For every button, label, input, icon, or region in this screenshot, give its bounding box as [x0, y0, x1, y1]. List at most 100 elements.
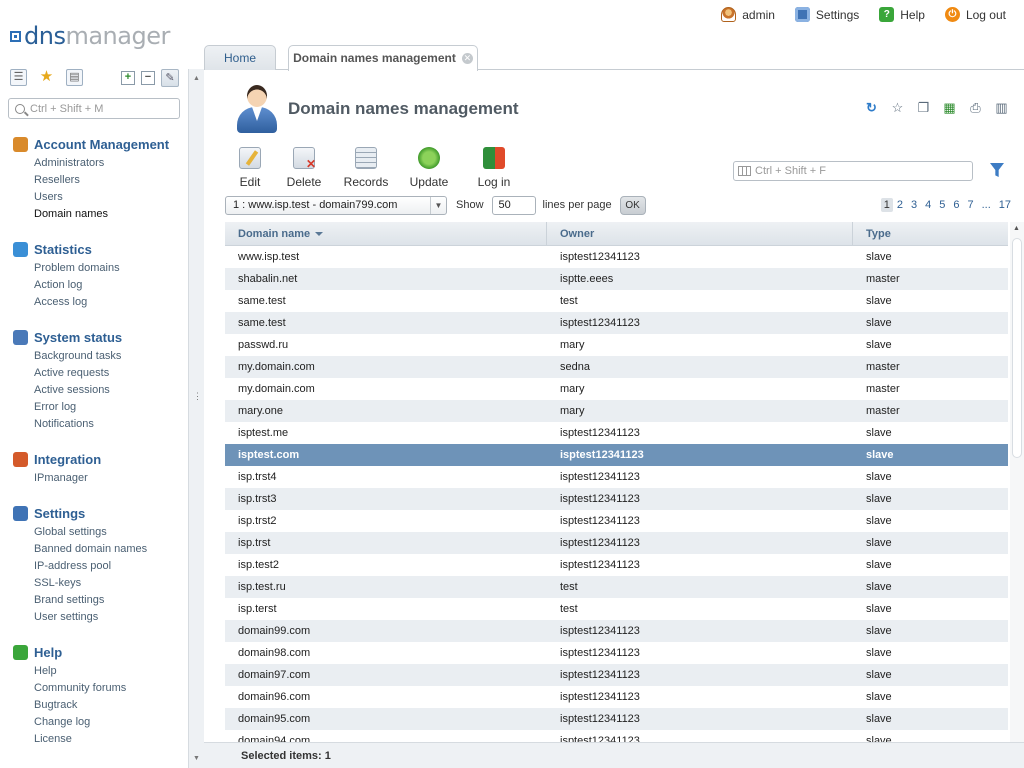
table-row[interactable]: passwd.ru mary slave — [225, 334, 1008, 356]
table-row[interactable]: domain98.com isptest12341123 slave — [225, 642, 1008, 664]
clipboard-icon[interactable]: ▤ — [66, 69, 83, 86]
delete-button[interactable]: Delete — [284, 147, 324, 189]
sidebar-item[interactable]: Problem domains — [34, 260, 188, 277]
lines-per-page-input[interactable]: 50 — [491, 195, 536, 215]
table-row[interactable]: isptest.com isptest12341123 slave — [225, 444, 1008, 466]
table-row[interactable]: domain94.com isptest12341123 slave — [225, 730, 1008, 742]
scrollbar-thumb[interactable] — [1012, 238, 1022, 458]
sidebar-item[interactable]: Action log — [34, 277, 188, 294]
menu-group-header[interactable]: Integration — [0, 448, 188, 470]
table-row[interactable]: domain96.com isptest12341123 slave — [225, 686, 1008, 708]
sidebar-item[interactable]: Community forums — [34, 680, 188, 697]
table-row[interactable]: isp.trst3 isptest12341123 slave — [225, 488, 1008, 510]
sidebar-item[interactable]: Change log — [34, 714, 188, 731]
table-row[interactable]: isp.trst2 isptest12341123 slave — [225, 510, 1008, 532]
sidebar-item[interactable]: Active sessions — [34, 382, 188, 399]
expand-all-icon[interactable]: + — [121, 71, 135, 85]
tab-domain-names[interactable]: Domain names management ✕ — [288, 45, 478, 71]
filter-search-input[interactable]: Ctrl + Shift + F — [733, 161, 973, 181]
column-domain-name[interactable]: Domain name — [225, 222, 547, 245]
page-link[interactable]: 2 — [893, 199, 907, 211]
menu-group-header[interactable]: Statistics — [0, 238, 188, 260]
splitter-grip-icon[interactable]: ⋮ — [193, 391, 202, 402]
table-row[interactable]: isp.terst test slave — [225, 598, 1008, 620]
page-link[interactable]: 7 — [963, 199, 977, 211]
table-row[interactable]: isp.trst isptest12341123 slave — [225, 532, 1008, 554]
column-type[interactable]: Type — [853, 222, 1008, 245]
table-row[interactable]: domain95.com isptest12341123 slave — [225, 708, 1008, 730]
table-row[interactable]: isptest.me isptest12341123 slave — [225, 422, 1008, 444]
menu-group-header[interactable]: System status — [0, 326, 188, 348]
menu-group-header[interactable]: Settings — [0, 502, 188, 524]
sidebar-item[interactable]: Global settings — [34, 524, 188, 541]
logout-link[interactable]: ⏻ Log out — [944, 7, 1006, 22]
page-link[interactable]: 1 — [880, 198, 893, 212]
sidebar-item[interactable]: Active requests — [34, 365, 188, 382]
favorite-star-icon[interactable]: ☆ — [889, 99, 906, 116]
table-row[interactable]: isp.test.ru test slave — [225, 576, 1008, 598]
scroll-up-icon[interactable]: ▲ — [1013, 225, 1020, 232]
sidebar-item[interactable]: Bugtrack — [34, 697, 188, 714]
table-settings-icon[interactable]: ▥ — [993, 99, 1010, 116]
page-link[interactable]: 3 — [907, 199, 921, 211]
sidebar-item[interactable]: Background tasks — [34, 348, 188, 365]
menu-group-header[interactable]: Help — [0, 641, 188, 663]
help-link[interactable]: ? Help — [879, 7, 925, 22]
table-row[interactable]: domain99.com isptest12341123 slave — [225, 620, 1008, 642]
range-select[interactable]: 1 : www.isp.test - domain799.com ▼ — [225, 195, 447, 215]
table-row[interactable]: domain97.com isptest12341123 slave — [225, 664, 1008, 686]
page-link[interactable]: 4 — [921, 199, 935, 211]
update-button[interactable]: Update — [408, 147, 450, 189]
sidebar-splitter[interactable]: ▲ ⋮ ▼ — [188, 69, 204, 768]
favorites-star-icon[interactable]: ★ — [38, 69, 55, 86]
edit-button[interactable]: Edit — [234, 147, 266, 189]
sidebar-item[interactable]: Help — [34, 663, 188, 680]
table-row[interactable]: mary.one mary master — [225, 400, 1008, 422]
sidebar-item[interactable]: Banned domain names — [34, 541, 188, 558]
sidebar-item[interactable]: IP-address pool — [34, 558, 188, 575]
tab-home[interactable]: Home — [204, 45, 276, 70]
table-row[interactable]: www.isp.test isptest12341123 slave — [225, 246, 1008, 268]
ok-button[interactable]: OK — [619, 195, 646, 215]
scroll-down-icon[interactable]: ▼ — [193, 755, 200, 762]
excel-export-icon[interactable]: ▦ — [941, 99, 958, 116]
table-row[interactable]: isp.test2 isptest12341123 slave — [225, 554, 1008, 576]
scroll-up-icon[interactable]: ▲ — [193, 75, 200, 82]
page-link[interactable]: 6 — [949, 199, 963, 211]
sidebar-item[interactable]: Users — [34, 189, 188, 206]
records-button[interactable]: Records — [342, 147, 390, 189]
table-row[interactable]: my.domain.com sedna master — [225, 356, 1008, 378]
sidebar-item[interactable]: Resellers — [34, 172, 188, 189]
sidebar-item[interactable]: Error log — [34, 399, 188, 416]
table-scrollbar[interactable]: ▲ — [1010, 222, 1024, 742]
table-row[interactable]: same.test isptest12341123 slave — [225, 312, 1008, 334]
table-row[interactable]: isp.trst4 isptest12341123 slave — [225, 466, 1008, 488]
page-link[interactable]: 17 — [995, 199, 1015, 211]
page-link[interactable]: 5 — [935, 199, 949, 211]
sidebar-item[interactable]: IPmanager — [34, 470, 188, 487]
sidebar-item[interactable]: Access log — [34, 294, 188, 311]
pin-icon[interactable]: ✎ — [161, 69, 179, 87]
tree-view-icon[interactable]: ☰ — [10, 69, 27, 86]
sidebar-item[interactable]: Administrators — [34, 155, 188, 172]
table-row[interactable]: my.domain.com mary master — [225, 378, 1008, 400]
login-button[interactable]: Log in — [474, 147, 514, 189]
sidebar-item[interactable]: User settings — [34, 609, 188, 626]
sidebar-item[interactable]: Domain names — [34, 206, 188, 223]
menu-search-input[interactable]: Ctrl + Shift + M — [8, 98, 180, 119]
table-row[interactable]: shabalin.net isptte.eees master — [225, 268, 1008, 290]
settings-link[interactable]: Settings — [794, 7, 859, 22]
sidebar-item[interactable]: Brand settings — [34, 592, 188, 609]
filter-funnel-icon[interactable] — [990, 163, 1004, 177]
table-row[interactable]: same.test test slave — [225, 290, 1008, 312]
column-owner[interactable]: Owner — [547, 222, 853, 245]
sidebar-item[interactable]: Notifications — [34, 416, 188, 433]
sidebar-item[interactable]: License — [34, 731, 188, 748]
refresh-icon[interactable]: ↻ — [863, 99, 880, 116]
print-icon[interactable]: ⎙ — [967, 99, 984, 116]
close-tab-icon[interactable]: ✕ — [461, 53, 473, 65]
copy-icon[interactable]: ❐ — [915, 99, 932, 116]
sidebar-item[interactable]: SSL-keys — [34, 575, 188, 592]
collapse-all-icon[interactable]: − — [141, 71, 155, 85]
menu-group-header[interactable]: Account Management — [0, 133, 188, 155]
